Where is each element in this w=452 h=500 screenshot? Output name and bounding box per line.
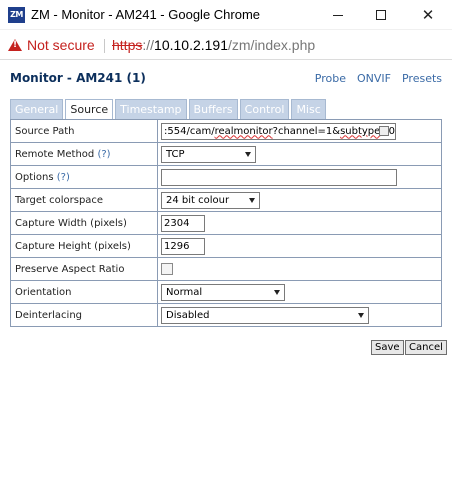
table-row: Capture Width (pixels) xyxy=(10,211,442,235)
warning-icon[interactable] xyxy=(8,39,22,51)
remote-method-cell: TCP xyxy=(157,142,442,166)
maximize-icon xyxy=(376,10,386,20)
address-bar[interactable]: Not secure https://10.10.2.191/zm/index.… xyxy=(0,31,452,60)
address-divider xyxy=(104,39,105,53)
minimize-button[interactable] xyxy=(316,0,360,30)
target-colorspace-label: Target colorspace xyxy=(10,188,158,212)
cancel-button[interactable]: Cancel xyxy=(405,340,447,355)
probe-link[interactable]: Probe xyxy=(315,72,346,85)
url-text[interactable]: https://10.10.2.191/zm/index.php xyxy=(112,37,315,53)
capture-width-label: Capture Width (pixels) xyxy=(10,211,158,235)
url-path: /zm/index.php xyxy=(228,37,316,53)
tab-buffers[interactable]: Buffers xyxy=(188,99,238,119)
minimize-icon xyxy=(333,14,343,16)
options-label-cell: Options (?) xyxy=(10,165,158,189)
deinterlacing-cell: Disabled xyxy=(157,303,442,327)
source-path-prefix: :554/cam/ xyxy=(164,125,215,137)
remote-method-help-link[interactable]: (?) xyxy=(97,149,110,160)
table-row: Deinterlacing Disabled xyxy=(10,303,442,327)
target-colorspace-select[interactable]: 24 bit colour xyxy=(161,191,260,209)
capture-height-cell xyxy=(157,234,442,258)
page-title: Monitor - AM241 (1) xyxy=(10,71,146,85)
chevron-down-icon xyxy=(358,312,364,318)
capture-width-cell xyxy=(157,211,442,235)
presets-link[interactable]: Presets xyxy=(402,72,442,85)
target-colorspace-value: 24 bit colour xyxy=(166,194,230,206)
source-path-word-realmonitor: realmonitor xyxy=(214,125,273,137)
table-row: Preserve Aspect Ratio xyxy=(10,257,442,281)
table-row: Orientation Normal xyxy=(10,280,442,304)
url-host: 10.10.2.191 xyxy=(154,37,228,53)
table-row: Options (?) xyxy=(10,165,442,189)
source-path-mid: ?channel=1& xyxy=(272,125,341,137)
window-titlebar: ZM ZM - Monitor - AM241 - Google Chrome … xyxy=(0,0,452,30)
options-help-link[interactable]: (?) xyxy=(57,172,70,183)
remote-method-select[interactable]: TCP xyxy=(161,145,256,163)
onvif-link[interactable]: ONVIF xyxy=(357,72,391,85)
url-separator: :// xyxy=(142,37,155,53)
options-label: Options xyxy=(15,171,54,183)
table-row: Capture Height (pixels) xyxy=(10,234,442,258)
tab-control[interactable]: Control xyxy=(239,99,290,119)
source-path-label: Source Path xyxy=(10,119,158,143)
orientation-select[interactable]: Normal xyxy=(161,283,285,301)
target-colorspace-cell: 24 bit colour xyxy=(157,188,442,212)
tab-misc[interactable]: Misc xyxy=(291,99,326,119)
orientation-value: Normal xyxy=(166,286,203,298)
remote-method-label: Remote Method xyxy=(15,148,95,160)
input-resize-icon[interactable] xyxy=(379,125,389,136)
close-icon: ✕ xyxy=(421,5,435,24)
maximize-button[interactable] xyxy=(359,0,403,30)
preserve-aspect-label: Preserve Aspect Ratio xyxy=(10,257,158,281)
security-status[interactable]: Not secure xyxy=(27,37,95,53)
preserve-aspect-checkbox[interactable] xyxy=(161,263,173,275)
window-title: ZM - Monitor - AM241 - Google Chrome xyxy=(31,7,261,22)
remote-method-label-cell: Remote Method (?) xyxy=(10,142,158,166)
table-row: Remote Method (?) TCP xyxy=(10,142,442,166)
tab-source[interactable]: Source xyxy=(65,99,114,120)
table-row: Source Path :554/cam/realmonitor?channel… xyxy=(10,119,442,143)
deinterlacing-label: Deinterlacing xyxy=(10,303,158,327)
options-cell xyxy=(157,165,442,189)
deinterlacing-select[interactable]: Disabled xyxy=(161,306,369,324)
table-row: Target colorspace 24 bit colour xyxy=(10,188,442,212)
save-button[interactable]: Save xyxy=(371,340,404,355)
url-scheme: https xyxy=(112,37,143,53)
source-path-cell: :554/cam/realmonitor?channel=1&subtype=0 xyxy=(157,119,442,143)
chevron-down-icon xyxy=(274,289,280,295)
monitor-tabs: General Source Timestamp Buffers Control… xyxy=(10,99,326,120)
chevron-down-icon xyxy=(249,197,255,203)
capture-height-input[interactable] xyxy=(161,237,205,255)
preserve-aspect-cell xyxy=(157,257,442,281)
chevron-down-icon xyxy=(245,151,251,157)
capture-height-label: Capture Height (pixels) xyxy=(10,234,158,258)
source-path-word-subtype: subtype xyxy=(340,125,381,137)
tab-general[interactable]: General xyxy=(10,99,64,119)
deinterlacing-value: Disabled xyxy=(166,309,210,321)
options-input[interactable] xyxy=(161,168,397,186)
source-path-input[interactable]: :554/cam/realmonitor?channel=1&subtype=0 xyxy=(161,122,396,140)
orientation-label: Orientation xyxy=(10,280,158,304)
close-window-button[interactable]: ✕ xyxy=(406,0,450,30)
zoneminder-app-icon: ZM xyxy=(8,7,25,23)
source-settings-table: Source Path :554/cam/realmonitor?channel… xyxy=(10,119,442,327)
capture-width-input[interactable] xyxy=(161,214,205,232)
header-links: Probe ONVIF Presets xyxy=(315,72,442,85)
tab-timestamp[interactable]: Timestamp xyxy=(115,99,187,119)
orientation-cell: Normal xyxy=(157,280,442,304)
remote-method-value: TCP xyxy=(166,148,185,160)
